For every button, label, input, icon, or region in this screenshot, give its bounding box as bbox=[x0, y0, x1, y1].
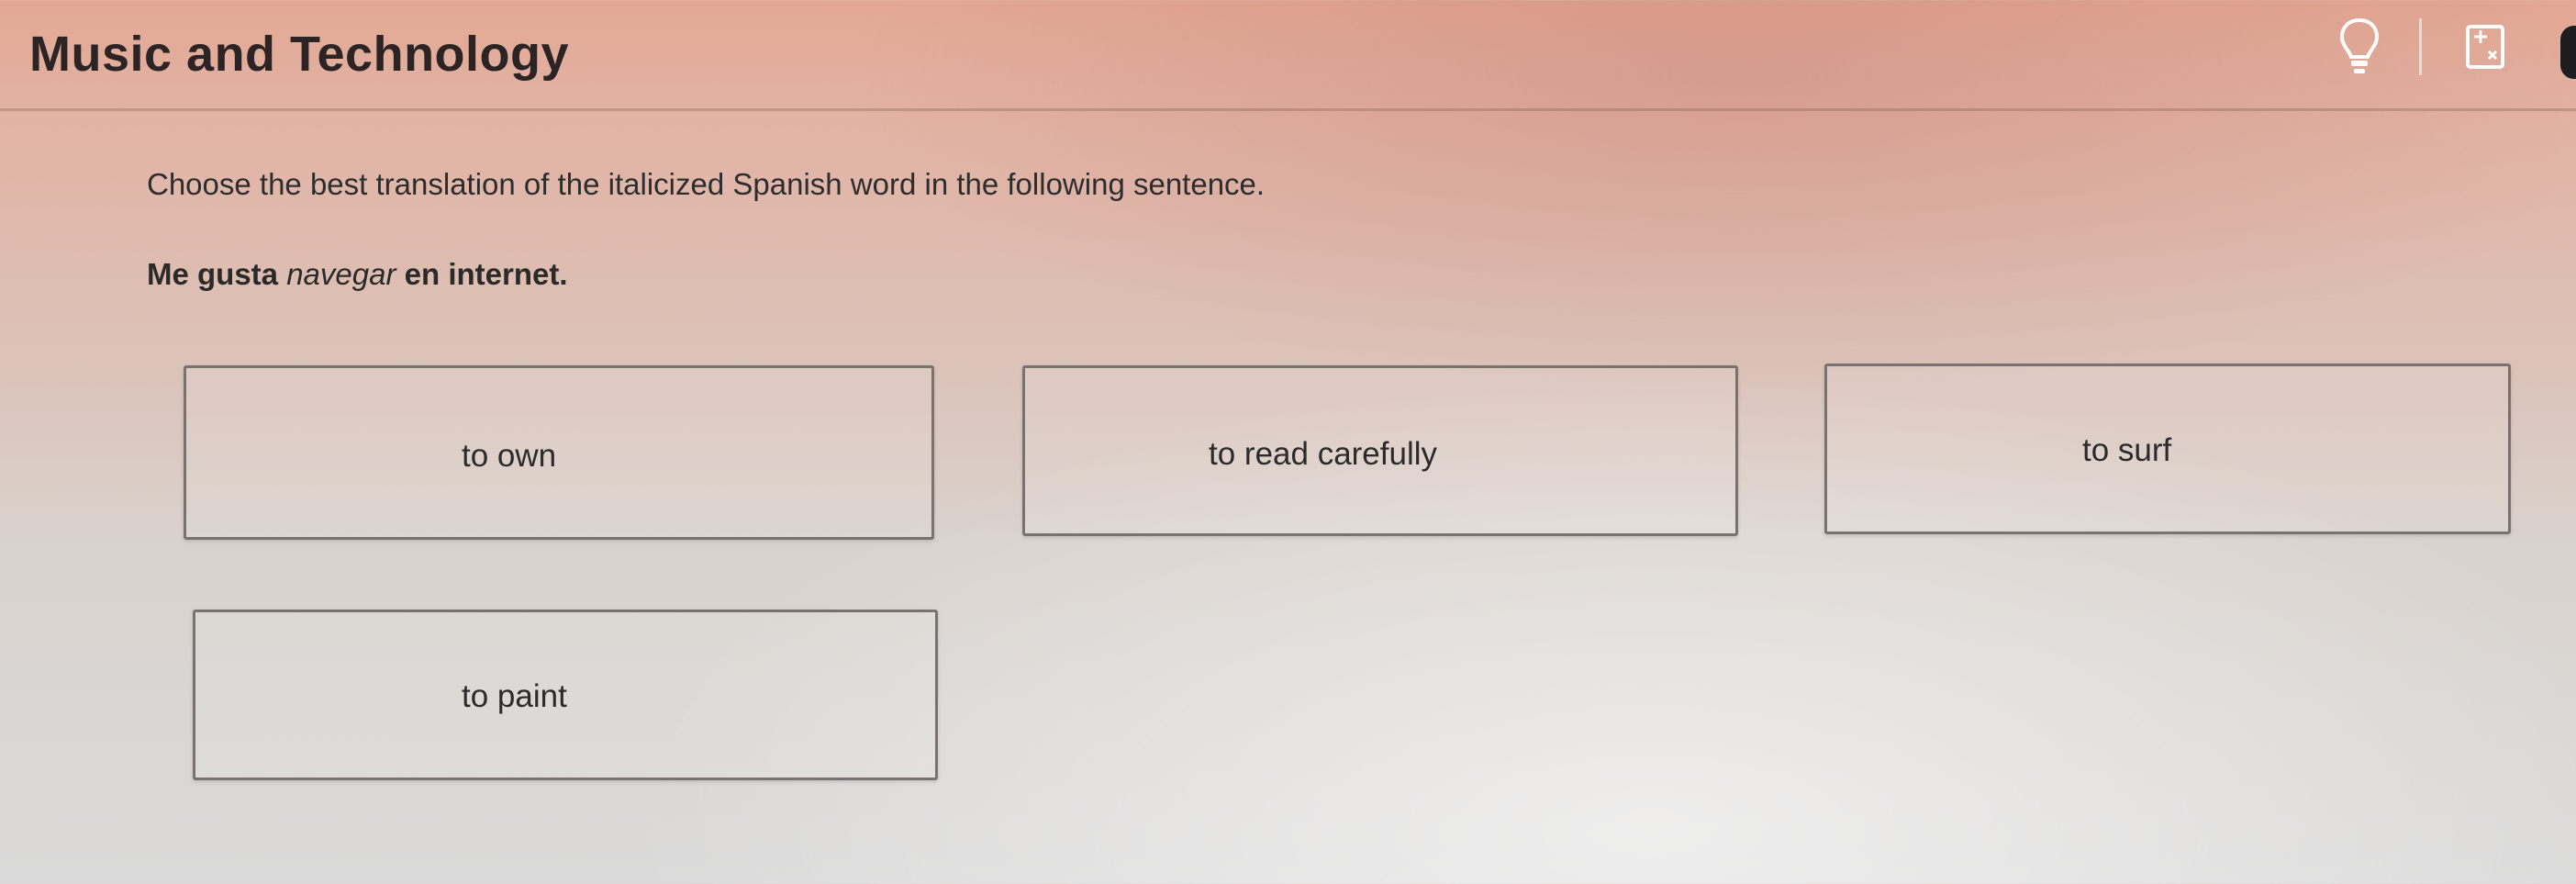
answer-option-to-read-carefully[interactable]: to read carefully bbox=[1022, 365, 1738, 536]
calculator-icon[interactable] bbox=[2465, 24, 2505, 70]
question-sentence: Me gusta navegar en internet. bbox=[147, 257, 568, 292]
italicized-word: navegar bbox=[286, 257, 396, 291]
option-label: to read carefully bbox=[1209, 436, 1438, 472]
page-title: Music and Technology bbox=[29, 27, 570, 82]
option-label: to surf bbox=[2082, 432, 2172, 468]
menu-edge-icon[interactable] bbox=[2560, 26, 2576, 79]
answer-option-to-surf[interactable]: to surf bbox=[1824, 364, 2511, 534]
answer-option-to-paint[interactable]: to paint bbox=[193, 610, 938, 780]
option-label: to paint bbox=[462, 678, 567, 714]
header-bar: Music and Technology bbox=[0, 0, 2576, 111]
lightbulb-hint-icon[interactable] bbox=[2338, 17, 2381, 77]
answer-option-to-own[interactable]: to own bbox=[184, 365, 934, 540]
header-separator bbox=[2419, 18, 2422, 75]
option-label: to own bbox=[462, 438, 557, 474]
sentence-start: Me gusta bbox=[147, 257, 287, 291]
sentence-end: en internet. bbox=[396, 257, 568, 291]
question-instruction: Choose the best translation of the itali… bbox=[147, 167, 1266, 201]
